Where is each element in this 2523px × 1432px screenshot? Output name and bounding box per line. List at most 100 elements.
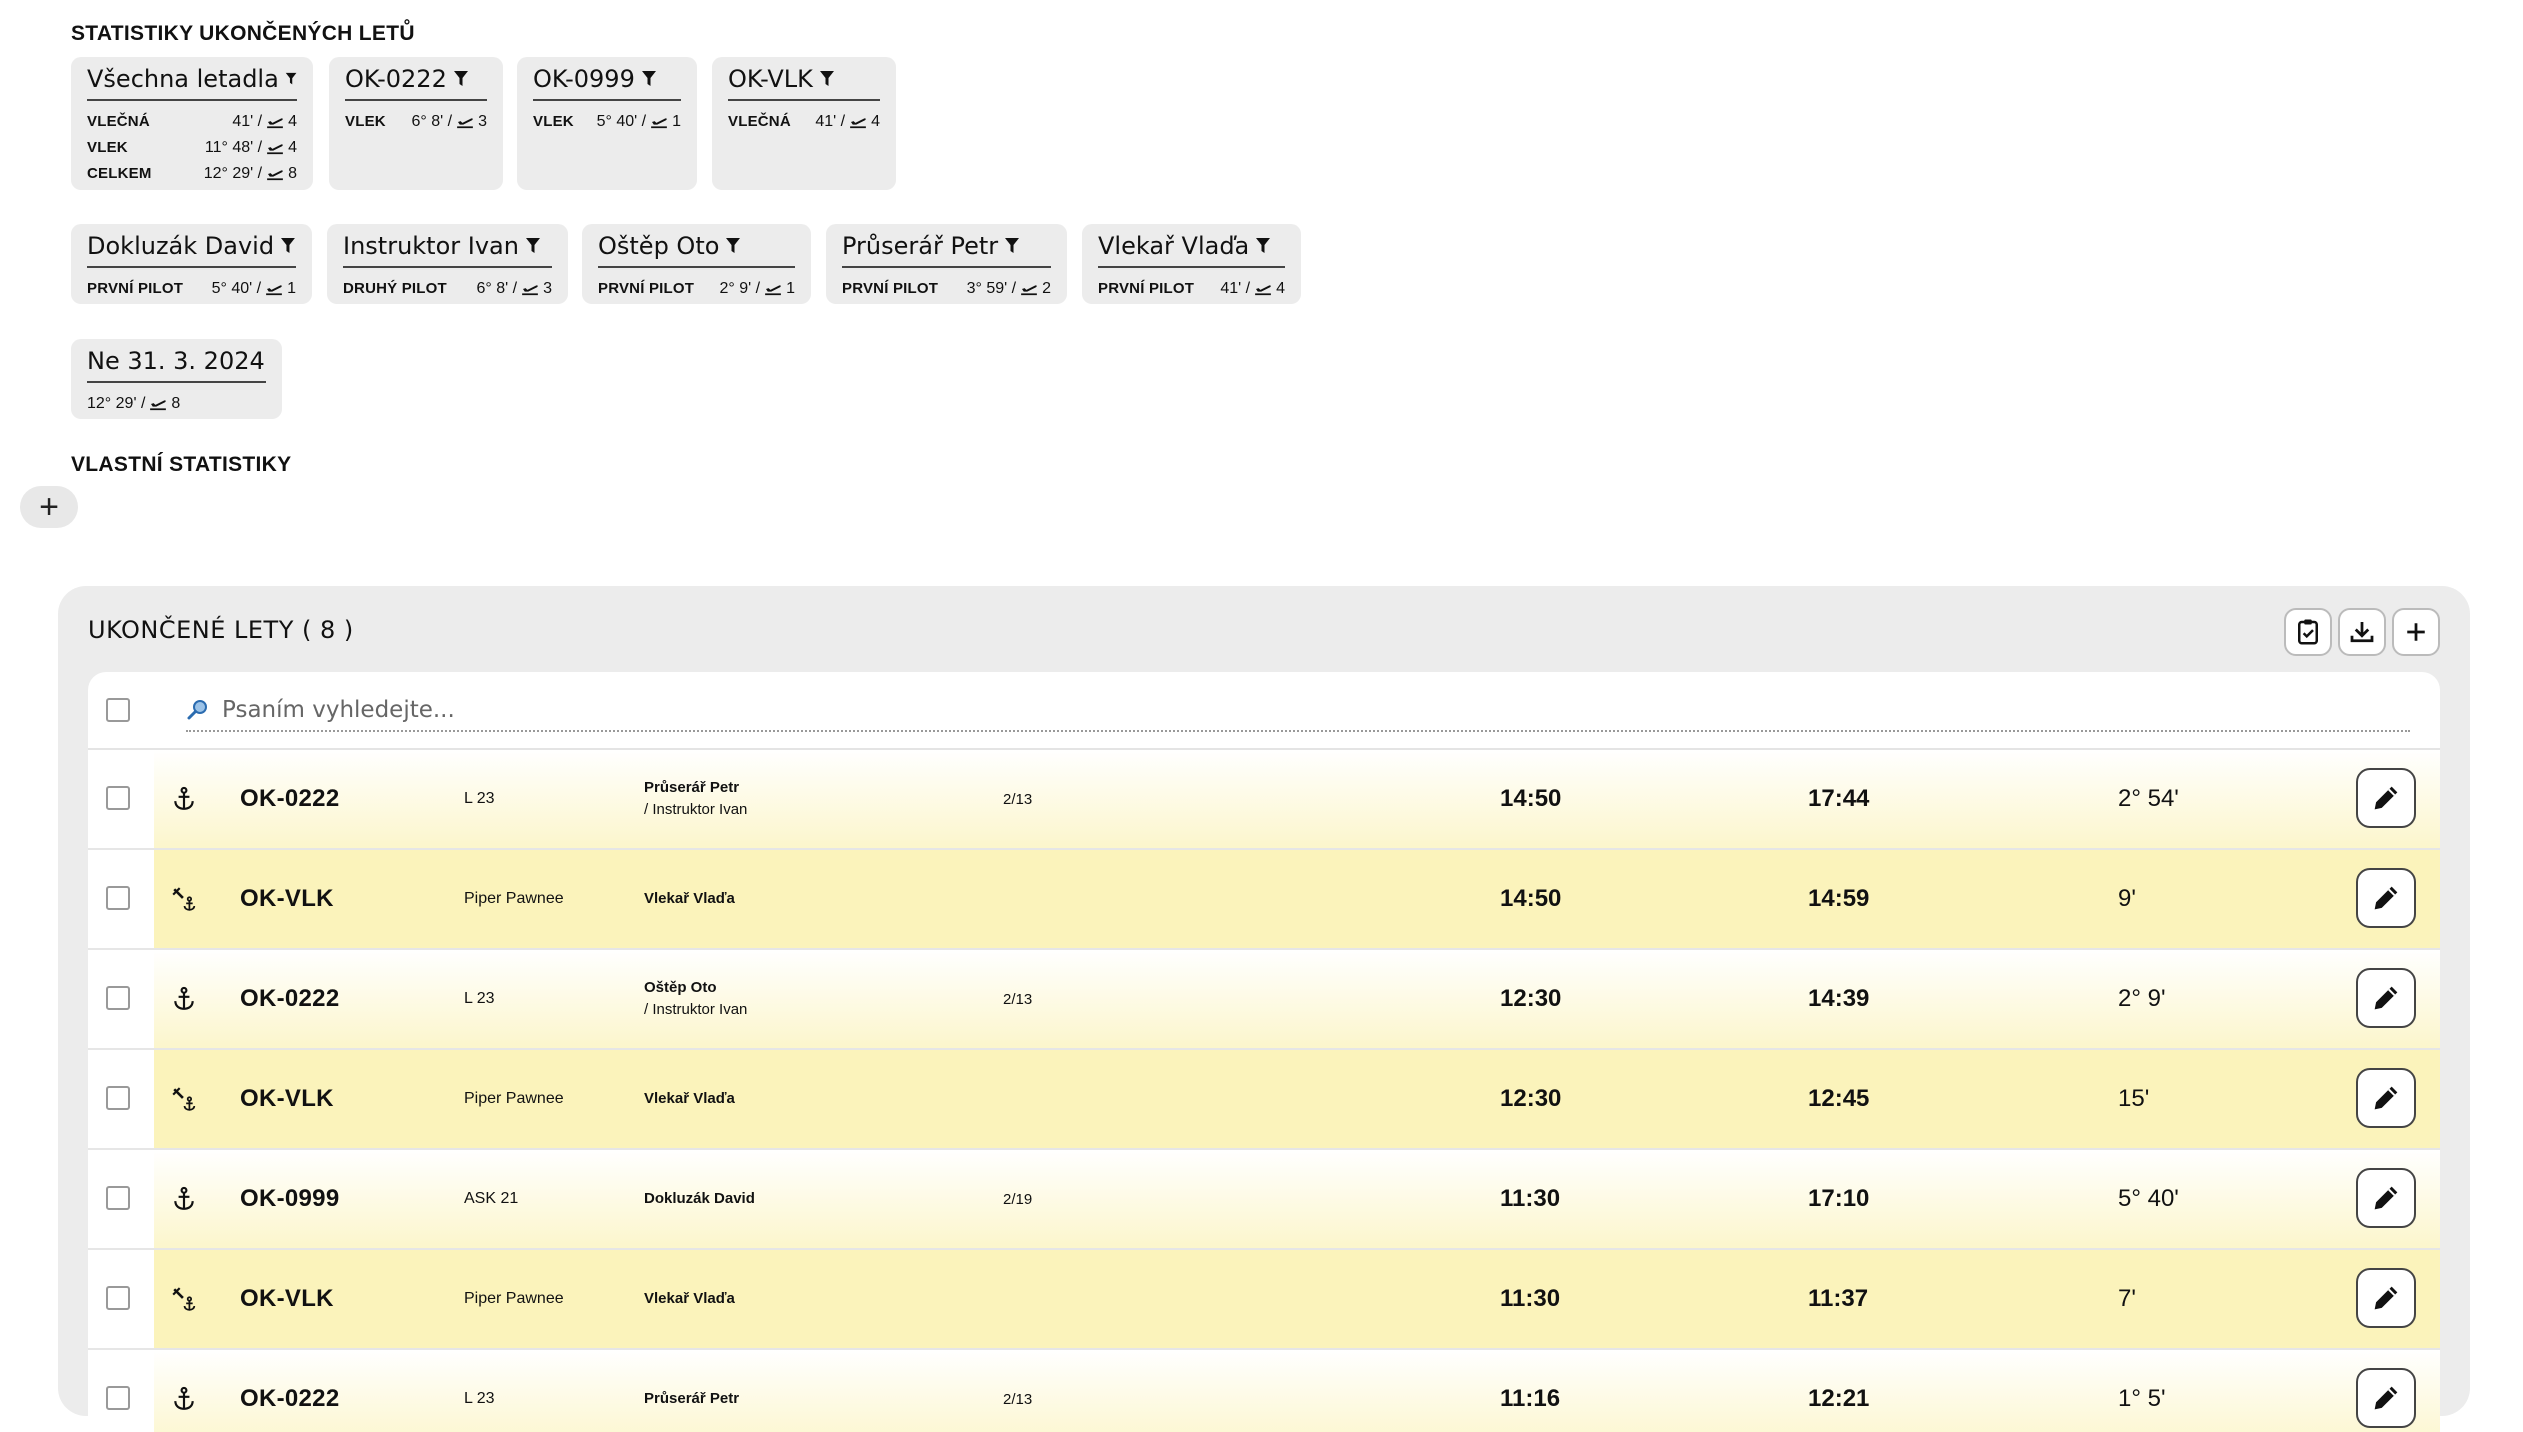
filter-icon[interactable]	[453, 70, 469, 88]
stats-card-title-text: Vlekař Vlaďa	[1098, 232, 1250, 260]
filter-icon[interactable]	[819, 70, 835, 88]
edit-flight-button[interactable]	[2356, 1268, 2416, 1328]
row-checkbox[interactable]	[106, 1086, 130, 1110]
takeoff-icon	[457, 118, 473, 129]
stats-count: 8	[288, 165, 297, 182]
stats-label: VLEK	[533, 113, 574, 130]
edit-flight-button[interactable]	[2356, 1168, 2416, 1228]
flight-duration: 2° 9'	[2118, 985, 2166, 1012]
aircraft-model: Piper Pawnee	[464, 1090, 564, 1107]
takeoff-time: 11:30	[1500, 1185, 1561, 1212]
row-checkbox[interactable]	[106, 1186, 130, 1210]
stats-count: 3	[478, 113, 487, 130]
filter-icon[interactable]	[285, 70, 297, 88]
edit-flight-button[interactable]	[2356, 768, 2416, 828]
stats-value: 3° 59' / 2	[967, 276, 1051, 302]
tow-plane-icon	[172, 1087, 196, 1111]
task-code: 2/13	[1003, 790, 1033, 808]
takeoff-time: 11:30	[1500, 1285, 1561, 1312]
stats-card: Všechna letadla VLEČNÁ 41' / 4 VLEK 11° 48' …	[71, 57, 313, 190]
landing-time: 17:44	[1808, 785, 1870, 812]
download-button[interactable]	[2338, 608, 2386, 656]
filter-icon[interactable]	[1255, 237, 1271, 255]
row-checkbox[interactable]	[106, 886, 130, 910]
stats-label: VLEČNÁ	[87, 113, 150, 130]
takeoff-icon	[522, 285, 538, 296]
stats-card-title: OK-0222	[345, 65, 487, 101]
flight-row[interactable]: OK-VLK Piper Pawnee Vlekař Vlaďa 14:50 14:59…	[88, 850, 2440, 950]
takeoff-icon	[150, 400, 167, 411]
filter-icon[interactable]	[725, 237, 741, 255]
row-checkbox[interactable]	[106, 1386, 130, 1410]
search-input[interactable]	[220, 696, 2410, 724]
landing-time: 12:21	[1808, 1385, 1870, 1412]
stats-card-title-text: Oštěp Oto	[598, 232, 720, 260]
landing-time: 12:45	[1808, 1085, 1870, 1112]
flight-duration: 1° 5'	[2118, 1385, 2166, 1412]
stats-duration: 5° 40' /	[596, 113, 647, 130]
crew: Dokluzák David	[644, 1150, 755, 1248]
takeoff-time: 12:30	[1500, 985, 1562, 1012]
row-checkbox[interactable]	[106, 1286, 130, 1310]
edit-flight-button[interactable]	[2356, 1368, 2416, 1428]
stats-label: VLEČNÁ	[728, 113, 791, 130]
select-all-checkbox[interactable]	[106, 698, 130, 722]
stats-duration: 12° 29' /	[87, 395, 146, 412]
landing-time: 14:59	[1808, 885, 1870, 912]
takeoff-icon	[267, 144, 283, 155]
stats-value: 6° 8' / 3	[412, 109, 488, 135]
takeoff-icon	[267, 170, 283, 181]
clipboard-check-icon	[2298, 619, 2318, 645]
flight-row[interactable]: OK-0222 L 23 Průserář Petr / Instruktor Iv…	[88, 750, 2440, 850]
filter-icon[interactable]	[525, 237, 541, 255]
flight-row[interactable]: OK-0222 L 23 Průserář Petr 2/13 11:16 12:21 1°…	[88, 1350, 2440, 1432]
stats-value: 41' / 4	[1220, 276, 1285, 302]
stats-count: 8	[171, 395, 181, 412]
row-checkbox[interactable]	[106, 986, 130, 1010]
crew: Vlekař Vlaďa	[644, 1050, 735, 1148]
stats-card: OK-0222 VLEK 6° 8' / 3	[329, 57, 503, 190]
flight-row[interactable]: OK-VLK Piper Pawnee Vlekař Vlaďa 11:30 11:37…	[88, 1250, 2440, 1350]
stats-row: PRVNÍ PILOT 3° 59' / 2	[842, 276, 1051, 302]
takeoff-time: 11:16	[1500, 1385, 1561, 1412]
first-pilot: Dokluzák David	[644, 1190, 755, 1207]
filter-icon[interactable]	[1004, 237, 1020, 255]
add-flight-button[interactable]	[2392, 608, 2440, 656]
stats-card-title-text: OK-0222	[345, 65, 447, 93]
stats-label: PRVNÍ PILOT	[1098, 280, 1195, 297]
clipboard-check-button[interactable]	[2284, 608, 2332, 656]
plus-icon	[2407, 623, 2425, 641]
first-pilot: Oštěp Oto	[644, 979, 717, 996]
stats-value: 12° 29' / 8	[204, 161, 297, 187]
flight-row[interactable]: OK-0222 L 23 Oštěp Oto / Instruktor Ivan 2/…	[88, 950, 2440, 1050]
filter-icon[interactable]	[280, 237, 296, 255]
aircraft-registration: OK-0999	[240, 1185, 340, 1212]
filter-icon[interactable]	[641, 70, 657, 88]
first-pilot: Vlekař Vlaďa	[644, 1290, 735, 1307]
flight-type	[166, 1050, 202, 1148]
row-checkbox[interactable]	[106, 786, 130, 810]
flight-type	[166, 1250, 202, 1348]
add-custom-stat-button[interactable]: +	[20, 486, 78, 528]
landing-time: 14:39	[1808, 985, 1870, 1012]
aircraft-registration: OK-0222	[240, 985, 340, 1012]
row-background	[154, 950, 2440, 1048]
edit-flight-button[interactable]	[2356, 968, 2416, 1028]
task-code: 2/13	[1003, 990, 1033, 1008]
stats-card-title: Oštěp Oto	[598, 232, 795, 268]
takeoff-icon	[651, 118, 667, 129]
flight-row[interactable]: OK-VLK Piper Pawnee Vlekař Vlaďa 12:30 12:45…	[88, 1050, 2440, 1150]
flight-type	[166, 1350, 202, 1432]
stats-count: 4	[1276, 280, 1285, 297]
first-pilot: Průserář Petr	[644, 779, 740, 796]
stats-count: 1	[672, 113, 681, 130]
edit-flight-button[interactable]	[2356, 868, 2416, 928]
stats-value: 6° 8' / 3	[477, 276, 553, 302]
flight-row[interactable]: OK-0999 ASK 21 Dokluzák David 2/19 11:30 17:1…	[88, 1150, 2440, 1250]
takeoff-time: 14:50	[1500, 785, 1562, 812]
edit-flight-button[interactable]	[2356, 1068, 2416, 1128]
pencil-icon	[2374, 1186, 2398, 1210]
stats-duration: 3° 59' /	[966, 280, 1017, 297]
flight-type	[166, 950, 202, 1048]
stats-duration: 12° 29' /	[203, 165, 263, 182]
